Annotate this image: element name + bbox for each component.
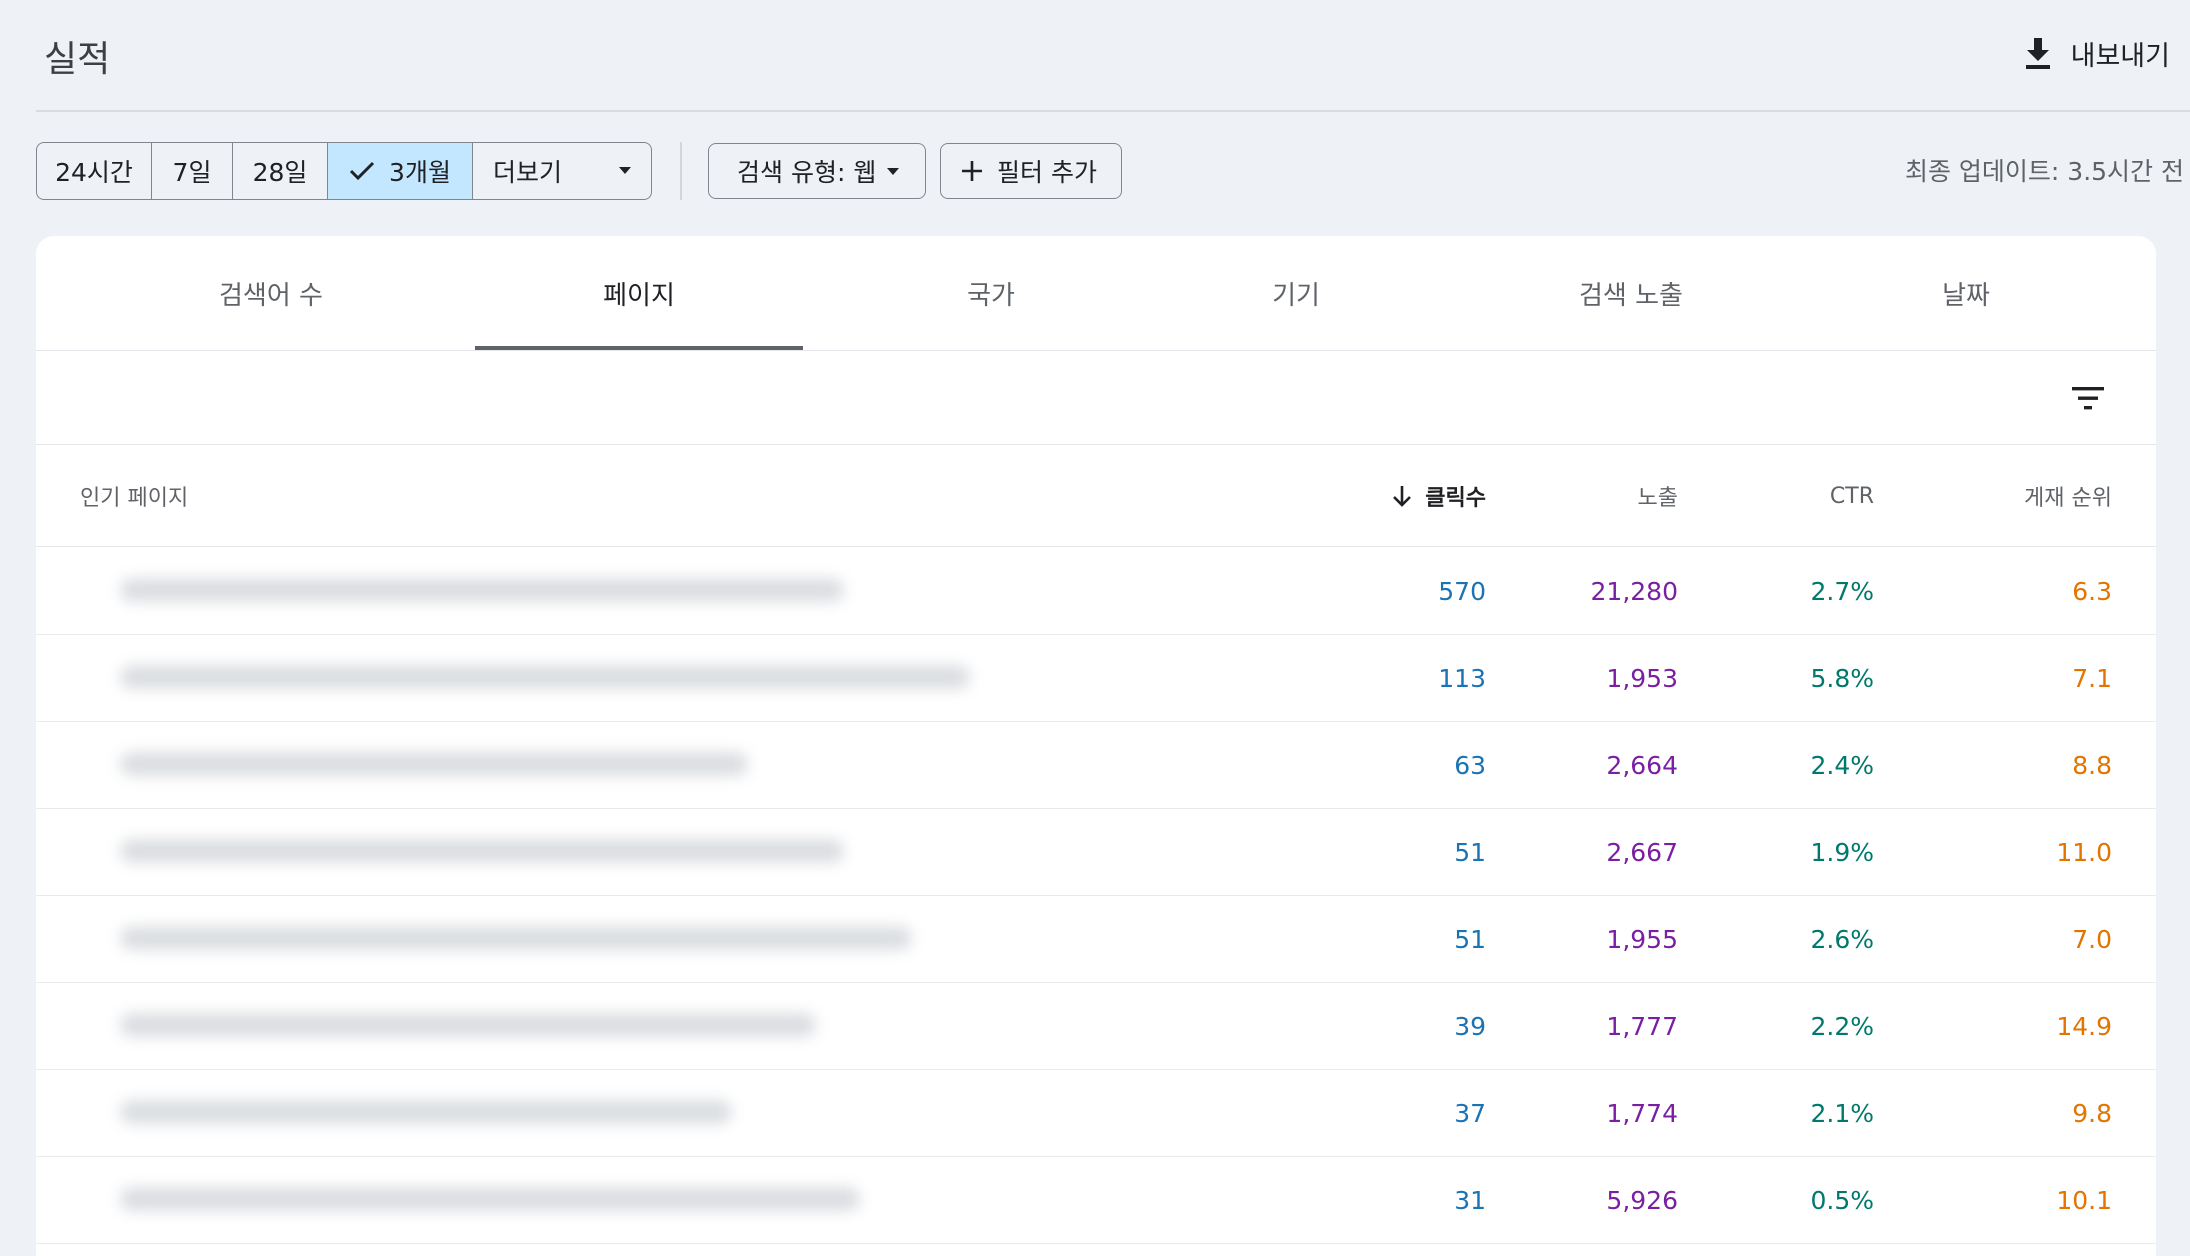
cell-impressions: 1,774 — [1606, 1098, 1678, 1128]
cell-position: 14.9 — [2056, 1011, 2112, 1041]
cell-ctr: 1.9% — [1810, 837, 1874, 867]
dropdown-arrow-icon — [887, 168, 899, 175]
page-url-redacted — [64, 1157, 984, 1243]
last-updated-text: 최종 업데이트: 3.5시간 전 — [1904, 157, 2184, 186]
column-header-impressions[interactable]: 노출 — [1638, 446, 1678, 546]
filter-list-icon[interactable] — [2068, 378, 2108, 418]
table-row[interactable]: 570 21,280 2.7% 6.3 — [36, 548, 2156, 635]
cell-position: 10.1 — [2056, 1185, 2112, 1215]
page-url-redacted — [64, 1070, 984, 1156]
date-range-more-dropdown[interactable]: 더보기 — [473, 143, 651, 199]
table-row[interactable]: 39 1,777 2.2% 14.9 — [36, 983, 2156, 1070]
cell-position: 7.1 — [2072, 663, 2112, 693]
download-icon — [2025, 38, 2050, 69]
date-range-24h[interactable]: 24시간 — [37, 143, 152, 199]
table-header: 인기 페이지 클릭수 노출 CTR 게재 순위 — [36, 446, 2156, 547]
table-row[interactable]: 63 2,664 2.4% 8.8 — [36, 722, 2156, 809]
date-range-selector: 24시간 7일 28일 3개월 더보기 — [36, 142, 652, 200]
page-url-redacted — [64, 896, 984, 982]
header-divider — [36, 110, 2190, 112]
cell-impressions: 21,280 — [1590, 576, 1678, 606]
export-label: 내보내기 — [2070, 40, 2170, 72]
cell-ctr: 2.6% — [1810, 924, 1874, 954]
table-row[interactable]: 113 1,953 5.8% 7.1 — [36, 635, 2156, 722]
column-header-top-pages[interactable]: 인기 페이지 — [80, 446, 188, 546]
tab-countries[interactable]: 국가 — [826, 236, 1156, 350]
page-header: 실적 내보내기 — [0, 0, 2190, 112]
date-range-28d[interactable]: 28일 — [233, 143, 328, 199]
cell-clicks: 31 — [1454, 1185, 1486, 1215]
cell-position: 6.3 — [2072, 576, 2112, 606]
cell-ctr: 5.8% — [1810, 663, 1874, 693]
table-row[interactable]: 51 1,955 2.6% 7.0 — [36, 896, 2156, 983]
cell-position: 11.0 — [2056, 837, 2112, 867]
performance-card: 검색어 수 페이지 국가 기기 검색 노출 날짜 인기 페이지 클릭수 노출 C… — [36, 236, 2156, 1256]
plus-icon — [962, 161, 982, 181]
column-header-clicks[interactable]: 클릭수 — [1391, 446, 1486, 546]
cell-ctr: 0.5% — [1810, 1185, 1874, 1215]
search-type-dropdown[interactable]: 검색 유형: 웹 — [708, 143, 926, 199]
cell-impressions: 1,955 — [1606, 924, 1678, 954]
tab-dates[interactable]: 날짜 — [1806, 236, 2126, 350]
page-url-redacted — [64, 722, 984, 808]
dimension-tabs: 검색어 수 페이지 국가 기기 검색 노출 날짜 — [36, 236, 2156, 351]
cell-impressions: 1,777 — [1606, 1011, 1678, 1041]
cell-position: 9.8 — [2072, 1098, 2112, 1128]
cell-impressions: 1,953 — [1606, 663, 1678, 693]
table-row[interactable]: 51 2,667 1.9% 11.0 — [36, 809, 2156, 896]
page-url-redacted — [64, 983, 984, 1069]
cell-position: 7.0 — [2072, 924, 2112, 954]
table-row[interactable]: 37 1,774 2.1% 9.8 — [36, 1070, 2156, 1157]
export-button[interactable]: 내보내기 — [2023, 30, 2170, 76]
cell-clicks: 39 — [1454, 1011, 1486, 1041]
cell-ctr: 2.4% — [1810, 750, 1874, 780]
cell-clicks: 51 — [1454, 924, 1486, 954]
column-header-position[interactable]: 게재 순위 — [2024, 446, 2112, 546]
cell-clicks: 570 — [1438, 576, 1486, 606]
cell-impressions: 5,926 — [1606, 1185, 1678, 1215]
tab-queries[interactable]: 검색어 수 — [96, 236, 446, 350]
page-title: 실적 — [44, 39, 111, 80]
date-range-7d[interactable]: 7일 — [152, 143, 233, 199]
table-row[interactable]: 31 5,926 0.5% 10.1 — [36, 1157, 2156, 1244]
page-url-redacted — [64, 635, 984, 721]
filter-separator — [680, 142, 682, 200]
cell-ctr: 2.7% — [1810, 576, 1874, 606]
tab-pages[interactable]: 페이지 — [475, 236, 803, 350]
cell-clicks: 51 — [1454, 837, 1486, 867]
check-icon — [349, 161, 375, 181]
column-header-ctr[interactable]: CTR — [1830, 446, 1874, 546]
active-tab-indicator — [475, 346, 803, 350]
filter-bar: 24시간 7일 28일 3개월 더보기 검색 유형: 웹 필터 추가 — [36, 142, 1122, 200]
page-url-redacted — [64, 548, 984, 634]
add-filter-button[interactable]: 필터 추가 — [940, 143, 1122, 199]
tab-devices[interactable]: 기기 — [1136, 236, 1456, 350]
cell-impressions: 2,664 — [1606, 750, 1678, 780]
cell-ctr: 2.1% — [1810, 1098, 1874, 1128]
cell-clicks: 113 — [1438, 663, 1486, 693]
dropdown-arrow-icon — [619, 167, 631, 174]
page-url-redacted — [64, 809, 984, 895]
cell-ctr: 2.2% — [1810, 1011, 1874, 1041]
table-toolbar — [36, 352, 2156, 445]
cell-clicks: 63 — [1454, 750, 1486, 780]
cell-impressions: 2,667 — [1606, 837, 1678, 867]
tab-search-appearance[interactable]: 검색 노출 — [1456, 236, 1806, 350]
cell-position: 8.8 — [2072, 750, 2112, 780]
cell-clicks: 37 — [1454, 1098, 1486, 1128]
date-range-3m[interactable]: 3개월 — [328, 143, 473, 199]
arrow-down-icon — [1393, 486, 1412, 507]
